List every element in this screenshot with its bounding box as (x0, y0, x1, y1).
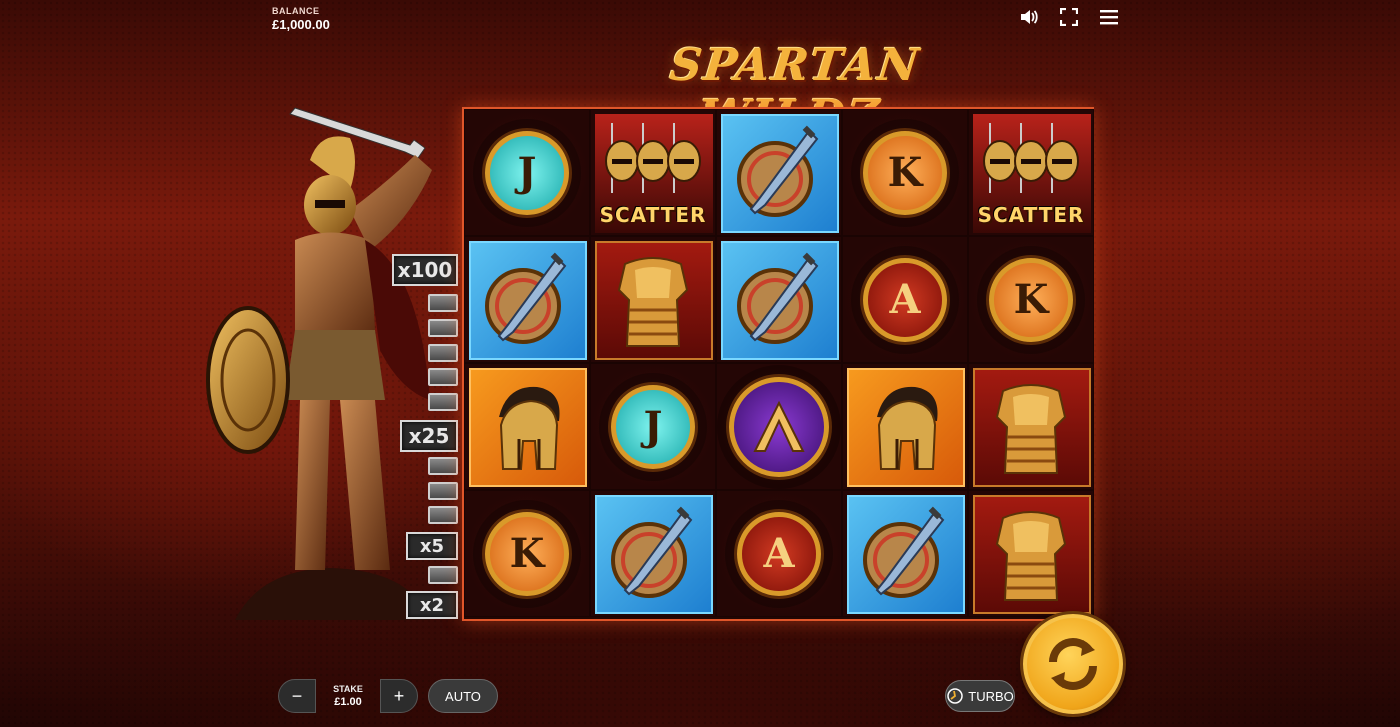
volume-icon[interactable] (1018, 6, 1040, 28)
turbo-label: TURBO (968, 688, 1014, 704)
symbol-shield-sword (716, 236, 842, 363)
symbol-shield-sword (464, 236, 590, 363)
scatter-label: SCATTER (977, 203, 1085, 227)
balance-value: £1,000.00 (272, 17, 330, 32)
multiplier-ladder: x100 x25 x5 x2 (390, 254, 462, 620)
symbol-lambda-shield (716, 363, 842, 490)
multiplier-x5: x5 (406, 532, 458, 560)
multiplier-x25: x25 (400, 420, 458, 452)
symbol-helmet (842, 363, 968, 490)
balance-display: BALANCE £1,000.00 (272, 6, 330, 32)
symbol-shield-sword (590, 490, 716, 617)
top-toolbar (1018, 6, 1120, 28)
symbol-k: K (842, 109, 968, 236)
symbol-scatter: SCATTER (590, 109, 716, 236)
stake-value: £1.00 (334, 696, 362, 708)
symbol-armor (968, 363, 1094, 490)
menu-icon[interactable] (1098, 6, 1120, 28)
turbo-icon (947, 688, 963, 704)
ladder-step (428, 344, 458, 362)
stake-label: STAKE (333, 684, 363, 694)
multiplier-x2: x2 (406, 591, 458, 619)
symbol-scatter: SCATTER (968, 109, 1094, 236)
symbol-a-label: A (737, 511, 821, 596)
symbol-a-label: A (863, 257, 947, 342)
symbol-shield-sword (842, 490, 968, 617)
symbol-armor (590, 236, 716, 363)
ladder-step (428, 482, 458, 500)
symbol-k-label: K (989, 257, 1073, 342)
ladder-step (428, 566, 458, 584)
symbol-k-label: K (863, 130, 947, 215)
ladder-step (428, 457, 458, 475)
scatter-label: SCATTER (599, 203, 707, 227)
spin-button[interactable] (1023, 614, 1123, 714)
ladder-step (428, 506, 458, 524)
ladder-step (428, 294, 458, 312)
symbol-j-label: J (485, 130, 569, 215)
symbol-j: J (464, 109, 590, 236)
reel-grid: J SCATTER K SCATTER A K J K A (462, 107, 1094, 621)
symbol-k: K (968, 236, 1094, 363)
stake-decrease-button[interactable]: − (278, 679, 316, 713)
symbol-helmet (464, 363, 590, 490)
turbo-button[interactable]: TURBO (945, 680, 1015, 712)
ladder-step (428, 393, 458, 411)
symbol-a: A (716, 490, 842, 617)
symbol-j-label: J (611, 384, 695, 469)
ladder-step (428, 319, 458, 337)
symbol-grid: J SCATTER K SCATTER A K J K A (464, 109, 1094, 617)
fullscreen-icon[interactable] (1058, 6, 1080, 28)
symbol-k: K (464, 490, 590, 617)
symbol-shield-sword (716, 109, 842, 236)
symbol-a: A (842, 236, 968, 363)
symbol-k-label: K (485, 511, 569, 596)
stake-control: − STAKE £1.00 + (278, 679, 418, 713)
spin-arrows-icon (1049, 638, 1097, 690)
stake-display: STAKE £1.00 (316, 679, 380, 713)
balance-label: BALANCE (272, 6, 320, 16)
multiplier-x100: x100 (392, 254, 458, 286)
ladder-step (428, 368, 458, 386)
game-logo: SPARTAN WILDZ (667, 40, 924, 142)
symbol-j: J (590, 363, 716, 490)
autoplay-button[interactable]: AUTO (428, 679, 498, 713)
stake-increase-button[interactable]: + (380, 679, 418, 713)
lambda-icon (729, 376, 829, 477)
symbol-armor (968, 490, 1094, 617)
